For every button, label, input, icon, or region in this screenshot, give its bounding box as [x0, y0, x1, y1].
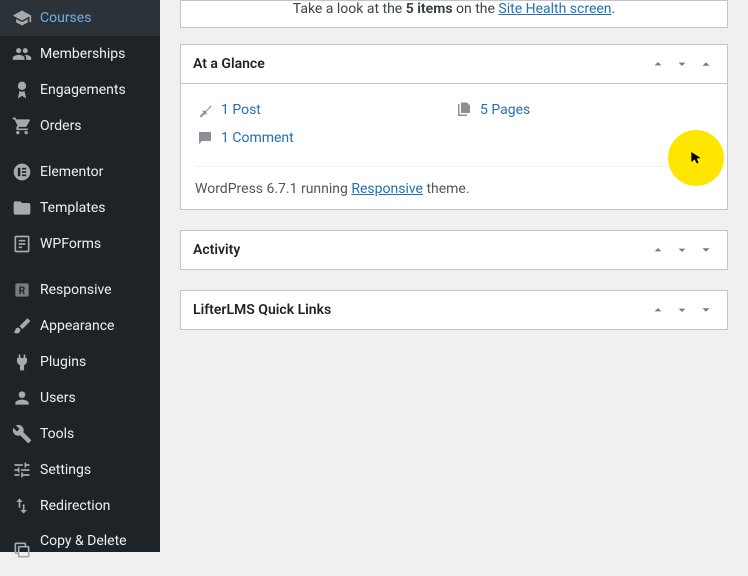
theme-link[interactable]: Responsive [351, 181, 423, 197]
chevron-up-icon[interactable] [649, 55, 667, 73]
panel-controls [649, 301, 715, 319]
main-content: Take a look at the 5 items on the Site H… [160, 0, 748, 552]
sidebar-item-elementor[interactable]: Elementor [0, 154, 160, 190]
sidebar-item-redirection[interactable]: Redirection [0, 488, 160, 524]
sidebar-item-label: Memberships [40, 45, 125, 63]
lifterlms-panel: LifterLMS Quick Links [180, 290, 728, 330]
form-icon [12, 234, 32, 254]
redirect-icon [12, 496, 32, 516]
chevron-up-icon[interactable] [649, 301, 667, 319]
sliders-icon [12, 460, 32, 480]
sidebar-item-wpforms[interactable]: WPForms [0, 226, 160, 262]
elementor-icon [12, 162, 32, 182]
wp-version-suffix: theme. [423, 181, 470, 197]
wordpress-version: WordPress 6.7.1 running Responsive theme… [195, 166, 713, 197]
comment-icon [195, 128, 215, 148]
sidebar-item-label: Elementor [40, 163, 103, 181]
sidebar-item-label: Plugins [40, 353, 86, 371]
graduation-cap-icon [12, 8, 32, 28]
panel-title: Activity [193, 242, 649, 258]
plug-icon [12, 352, 32, 372]
at-a-glance-panel: At a Glance 1 Post 5 Pages [180, 44, 728, 210]
glance-posts[interactable]: 1 Post [195, 96, 454, 124]
wp-version-prefix: WordPress 6.7.1 running [195, 181, 351, 197]
sidebar-separator [0, 262, 160, 272]
glance-pages-link: 5 Pages [480, 102, 530, 118]
brush-icon [12, 316, 32, 336]
panel-header[interactable]: LifterLMS Quick Links [181, 291, 727, 329]
sidebar-item-label: Appearance [40, 317, 114, 335]
sidebar-item-appearance[interactable]: Appearance [0, 308, 160, 344]
cart-icon [12, 116, 32, 136]
sidebar-item-tools[interactable]: Tools [0, 416, 160, 452]
panel-controls [649, 241, 715, 259]
notice-text-prefix: Take a look at the [293, 1, 406, 17]
glance-posts-link: 1 Post [221, 102, 261, 118]
sidebar-item-label: Templates [40, 199, 106, 217]
glance-pages[interactable]: 5 Pages [454, 96, 713, 124]
activity-panel: Activity [180, 230, 728, 270]
award-icon [12, 80, 32, 100]
panel-header[interactable]: At a Glance [181, 45, 727, 84]
sidebar-item-label: Courses [40, 9, 91, 27]
panel-body: 1 Post 5 Pages 1 Comment WordPress 6.7.1… [181, 84, 727, 209]
notice-text-suffix: . [612, 1, 616, 17]
admin-sidebar: Courses Memberships Engagements Orders E… [0, 0, 160, 552]
chevron-down-icon[interactable] [673, 301, 691, 319]
chevron-up-icon[interactable] [649, 241, 667, 259]
folder-icon [12, 198, 32, 218]
chevron-down-icon[interactable] [673, 55, 691, 73]
sidebar-item-templates[interactable]: Templates [0, 190, 160, 226]
site-health-notice: Take a look at the 5 items on the Site H… [180, 0, 728, 28]
sidebar-item-label: Orders [40, 117, 82, 135]
expand-down-icon[interactable] [697, 241, 715, 259]
sidebar-item-label: Users [40, 389, 76, 407]
responsive-icon: R [12, 280, 32, 300]
sidebar-item-label: Tools [40, 425, 74, 443]
sidebar-item-courses[interactable]: Courses [0, 0, 160, 36]
panel-title: LifterLMS Quick Links [193, 302, 649, 318]
sidebar-separator [0, 144, 160, 154]
sidebar-item-responsive[interactable]: R Responsive [0, 272, 160, 308]
copy-icon [12, 540, 32, 560]
sidebar-item-label: Responsive [40, 281, 112, 299]
sidebar-item-engagements[interactable]: Engagements [0, 72, 160, 108]
collapse-up-icon[interactable] [697, 55, 715, 73]
wrench-icon [12, 424, 32, 444]
svg-text:R: R [19, 286, 26, 297]
chevron-down-icon[interactable] [673, 241, 691, 259]
group-icon [12, 44, 32, 64]
sidebar-item-users[interactable]: Users [0, 380, 160, 416]
panel-header[interactable]: Activity [181, 231, 727, 269]
sidebar-item-label: Engagements [40, 81, 126, 99]
site-health-link[interactable]: Site Health screen [498, 1, 611, 17]
sidebar-item-settings[interactable]: Settings [0, 452, 160, 488]
sidebar-item-copy-delete-posts[interactable]: Copy & Delete Posts [0, 524, 160, 576]
panel-title: At a Glance [193, 56, 649, 72]
panel-controls [649, 55, 715, 73]
glance-comments-link: 1 Comment [221, 130, 294, 146]
sidebar-item-label: Copy & Delete Posts [40, 532, 148, 568]
sidebar-item-label: Settings [40, 461, 91, 479]
sidebar-item-orders[interactable]: Orders [0, 108, 160, 144]
notice-item-count: 5 items [406, 1, 453, 17]
sidebar-item-label: Redirection [40, 497, 110, 515]
sidebar-item-plugins[interactable]: Plugins [0, 344, 160, 380]
notice-text-mid: on the [453, 1, 499, 17]
sidebar-item-memberships[interactable]: Memberships [0, 36, 160, 72]
expand-down-icon[interactable] [697, 301, 715, 319]
sidebar-item-label: WPForms [40, 235, 101, 253]
user-icon [12, 388, 32, 408]
glance-comments[interactable]: 1 Comment [195, 124, 713, 152]
pages-icon [454, 100, 474, 120]
pin-icon [195, 100, 215, 120]
